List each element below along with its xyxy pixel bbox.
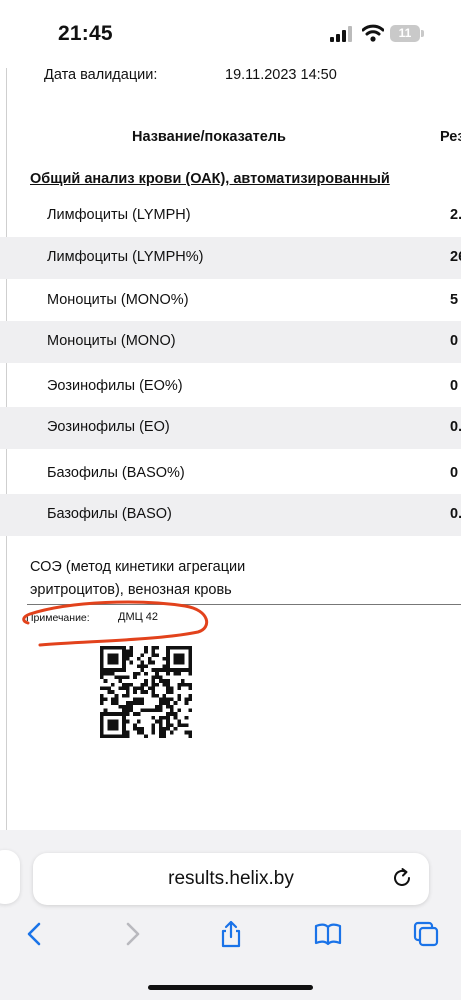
table-row: Лимфоциты (LYMPH) 2. xyxy=(0,195,461,237)
column-header-name: Название/показатель xyxy=(132,129,286,145)
row-value: 0 xyxy=(450,465,459,481)
forward-icon[interactable] xyxy=(118,920,146,948)
table-row: Моноциты (MONO%) 5 xyxy=(0,280,461,322)
wifi-icon xyxy=(362,24,384,42)
previous-tab-preview[interactable] xyxy=(0,850,20,904)
row-value: 0. xyxy=(450,506,461,522)
row-label: Эозинофилы (EO) xyxy=(47,419,170,435)
table-row: Моноциты (MONO) 0 xyxy=(0,321,461,363)
battery-nub xyxy=(421,30,424,37)
row-value: 5 xyxy=(450,292,459,308)
row-label: Эозинофилы (EO%) xyxy=(47,378,183,394)
bookmarks-icon[interactable] xyxy=(314,920,342,948)
table-row: Базофилы (BASO%) 0 xyxy=(0,453,461,495)
url-text[interactable]: results.helix.by xyxy=(33,853,429,905)
status-time: 21:45 xyxy=(58,22,113,45)
back-icon[interactable] xyxy=(21,920,49,948)
cellular-signal-icon xyxy=(330,26,352,42)
qr-code xyxy=(100,646,192,738)
row-label: Базофилы (BASO) xyxy=(47,506,172,522)
row-value: 0 xyxy=(450,378,459,394)
share-icon[interactable] xyxy=(217,920,245,948)
tabs-icon[interactable] xyxy=(412,920,440,948)
validation-date-value: 19.11.2023 14:50 xyxy=(225,67,337,83)
row-label: Моноциты (MONO%) xyxy=(47,292,189,308)
row-label: Моноциты (MONO) xyxy=(47,333,176,349)
esr-label-line1: СОЭ (метод кинетики агрегации xyxy=(30,559,246,575)
home-indicator xyxy=(148,985,313,990)
handwritten-circle-annotation xyxy=(22,600,209,647)
row-value: 26 xyxy=(450,249,461,265)
table-row: Эозинофилы (EO%) 0 xyxy=(0,366,461,408)
battery-icon: 11 xyxy=(390,25,420,42)
table-row: Эозинофилы (EO) 0. xyxy=(0,407,461,449)
reload-icon[interactable] xyxy=(390,866,414,890)
row-label: Лимфоциты (LYMPH%) xyxy=(47,249,204,265)
table-row: Базофилы (BASO) 0. xyxy=(0,494,461,536)
validation-date-label: Дата валидации: xyxy=(44,67,158,83)
row-value: 2. xyxy=(450,207,461,223)
section-title: Общий анализ крови (ОАК), автоматизирова… xyxy=(30,171,390,187)
row-label: Базофилы (BASO%) xyxy=(47,465,185,481)
column-header-result: Рез xyxy=(440,129,461,145)
document-left-border xyxy=(6,68,7,830)
row-label: Лимфоциты (LYMPH) xyxy=(47,207,191,223)
row-value: 0 xyxy=(450,333,459,349)
table-row: Лимфоциты (LYMPH%) 26 xyxy=(0,237,461,279)
row-value: 0. xyxy=(450,419,461,435)
